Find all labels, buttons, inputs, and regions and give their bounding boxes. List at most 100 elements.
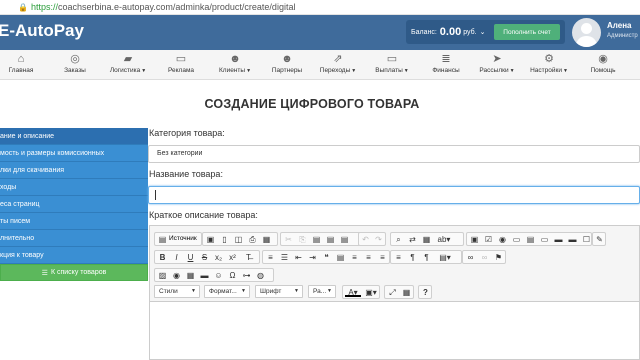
sidebar-item-description[interactable]: ание и описание [0, 128, 148, 145]
category-select[interactable]: Без категории [148, 145, 640, 163]
superscript-icon[interactable]: x² [227, 252, 238, 263]
styles-dropdown[interactable]: Стили ▼ [154, 285, 200, 298]
text-color-icon[interactable]: A▾ [345, 287, 361, 297]
select-field-icon[interactable]: ▭ [539, 234, 550, 245]
find-icon[interactable]: ⌕ [393, 234, 404, 245]
save-icon[interactable]: ▣ [205, 234, 216, 245]
italic-icon[interactable]: I [171, 252, 182, 263]
indent-icon[interactable]: ⇥ [307, 252, 318, 263]
smiley-icon[interactable]: ☺ [213, 270, 224, 281]
copy-icon[interactable]: ⎘ [297, 234, 308, 245]
sidebar-item-instruction[interactable]: кция к товару [0, 247, 148, 264]
nav-item-send[interactable]: ➤ Рассылки▼ [467, 50, 527, 80]
cut-icon[interactable]: ✂ [283, 234, 294, 245]
source-button[interactable]: Источник [169, 235, 197, 242]
user-name[interactable]: Алена [607, 21, 631, 30]
remove-format-icon[interactable]: ✎ [594, 234, 605, 245]
numbered-list-icon[interactable]: ≡ [265, 252, 276, 263]
strike-icon[interactable]: S [199, 252, 210, 263]
iframe-icon[interactable]: ◍ [255, 270, 266, 281]
url-text[interactable]: coachserbina.e-autopay.com/adminka/produ… [58, 2, 295, 12]
paste-icon[interactable]: ▤ [311, 234, 322, 245]
sidebar-item-page-addresses[interactable]: еса страниц [0, 196, 148, 213]
templates-icon[interactable]: ▦ [261, 234, 272, 245]
product-name-input[interactable] [148, 186, 640, 204]
size-dropdown[interactable]: Ра... ▼ [308, 285, 336, 298]
address-bar[interactable]: 🔒 https:// coachserbina.e-autopay.com/ad… [0, 0, 640, 15]
sidebar-item-commission[interactable]: мость и размеры комиссионных [0, 145, 148, 162]
maximize-icon[interactable]: ⤢ [387, 287, 398, 298]
outdent-icon[interactable]: ⇤ [293, 252, 304, 263]
sidebar-item-downloads[interactable]: лки для скачивания [0, 162, 148, 179]
bold-icon[interactable]: B [157, 252, 168, 263]
image-icon[interactable]: ▨ [157, 270, 168, 281]
justify-icon[interactable]: ≡ [393, 252, 404, 263]
back-to-products-button[interactable]: ☰ К списку товаров [0, 264, 148, 281]
anchor-icon[interactable]: ⚑ [493, 252, 504, 263]
spellcheck-icon[interactable]: ab▾ [435, 234, 453, 245]
div-icon[interactable]: ▤ [335, 252, 346, 263]
redo-icon[interactable]: ↷ [373, 234, 384, 245]
preview-icon[interactable]: ◫ [233, 234, 244, 245]
clear-styles-icon[interactable]: T̶ [243, 252, 254, 263]
select-all-icon[interactable]: ▦ [421, 234, 432, 245]
align-left-icon[interactable]: ≡ [349, 252, 360, 263]
nav-item-users[interactable]: ☻ Клиенты▼ [205, 50, 265, 80]
special-char-icon[interactable]: Ω [227, 270, 238, 281]
page-break-icon[interactable]: ⊶ [241, 270, 252, 281]
rich-text-editor[interactable]: ▤ Источник ▣ ▯ ◫ ⎙ ▦ ✂ ⎘ ▤ ▤ ▤ ↶ ↷ ⌕ ⇄ ▦… [149, 225, 640, 360]
align-center-icon[interactable]: ≡ [363, 252, 374, 263]
language-icon[interactable]: ▤▾ [435, 252, 455, 263]
sidebar-item-additional[interactable]: лнительно [0, 230, 148, 247]
ltr-icon[interactable]: ¶ [407, 252, 418, 263]
paste-word-icon[interactable]: ▤ [339, 234, 350, 245]
flash-icon[interactable]: ◉ [171, 270, 182, 281]
font-dropdown[interactable]: Шрифт ▼ [255, 285, 303, 298]
nav-item-label: Клиенты▼ [219, 67, 251, 74]
underline-icon[interactable]: U [185, 252, 196, 263]
bg-color-icon[interactable]: ▣▾ [363, 287, 379, 298]
avatar[interactable] [572, 18, 601, 47]
button-field-icon[interactable]: ▬ [553, 234, 564, 245]
topup-button[interactable]: Пополнить счет [494, 24, 560, 40]
radio-icon[interactable]: ◉ [497, 234, 508, 245]
textarea-icon[interactable]: ▤ [525, 234, 536, 245]
sidebar-item-income[interactable]: ходы [0, 179, 148, 196]
chevron-down-icon[interactable]: ⌄ [480, 28, 486, 36]
form-icon[interactable]: ▣ [469, 234, 480, 245]
horizontal-line-icon[interactable]: ▬ [199, 270, 210, 281]
checkbox-icon[interactable]: ☑ [483, 234, 494, 245]
nav-item-coins[interactable]: ◎ Заказы [45, 50, 105, 80]
align-right-icon[interactable]: ≡ [377, 252, 388, 263]
nav-item-share[interactable]: ⇗ Переходы▼ [308, 50, 368, 80]
link-icon[interactable]: ∞ [465, 252, 476, 263]
hidden-field-icon[interactable]: ☐ [581, 234, 592, 245]
new-page-icon[interactable]: ▯ [219, 234, 230, 245]
print-icon[interactable]: ⎙ [247, 234, 258, 245]
editor-toolbar: ▤ Источник ▣ ▯ ◫ ⎙ ▦ ✂ ⎘ ▤ ▤ ▤ ↶ ↷ ⌕ ⇄ ▦… [150, 226, 639, 302]
nav-item-monitor[interactable]: ▭ Реклама [151, 50, 211, 80]
unlink-icon[interactable]: ∞ [479, 252, 490, 263]
blockquote-icon[interactable]: ❝ [321, 252, 332, 263]
sidebar-item-letters[interactable]: ты писем [0, 213, 148, 230]
replace-icon[interactable]: ⇄ [407, 234, 418, 245]
nav-item-label: Рассылки▼ [479, 67, 514, 74]
undo-icon[interactable]: ↶ [360, 234, 371, 245]
format-dropdown[interactable]: Формат... ▼ [204, 285, 250, 298]
nav-item-card[interactable]: ▭ Выплаты▼ [362, 50, 422, 80]
rtl-icon[interactable]: ¶ [421, 252, 432, 263]
app-logo[interactable]: E-AutoPay [0, 21, 84, 41]
nav-item-home[interactable]: ⌂ Главная [0, 50, 51, 80]
nav-item-help[interactable]: ◉ Помощь [573, 50, 633, 80]
table-icon[interactable]: ▦ [185, 270, 196, 281]
nav-item-truck[interactable]: ▰ Логистика▼ [98, 50, 158, 80]
help-icon[interactable]: ? [420, 287, 431, 298]
bullet-list-icon[interactable]: ☰ [279, 252, 290, 263]
show-blocks-icon[interactable]: ▦ [401, 287, 412, 298]
editor-content-area[interactable] [150, 303, 639, 359]
image-button-icon[interactable]: ▬ [567, 234, 578, 245]
nav-item-gear[interactable]: ⚙ Настройки▼ [519, 50, 579, 80]
subscript-icon[interactable]: x₂ [213, 252, 224, 263]
paste-text-icon[interactable]: ▤ [325, 234, 336, 245]
textfield-icon[interactable]: ▭ [511, 234, 522, 245]
